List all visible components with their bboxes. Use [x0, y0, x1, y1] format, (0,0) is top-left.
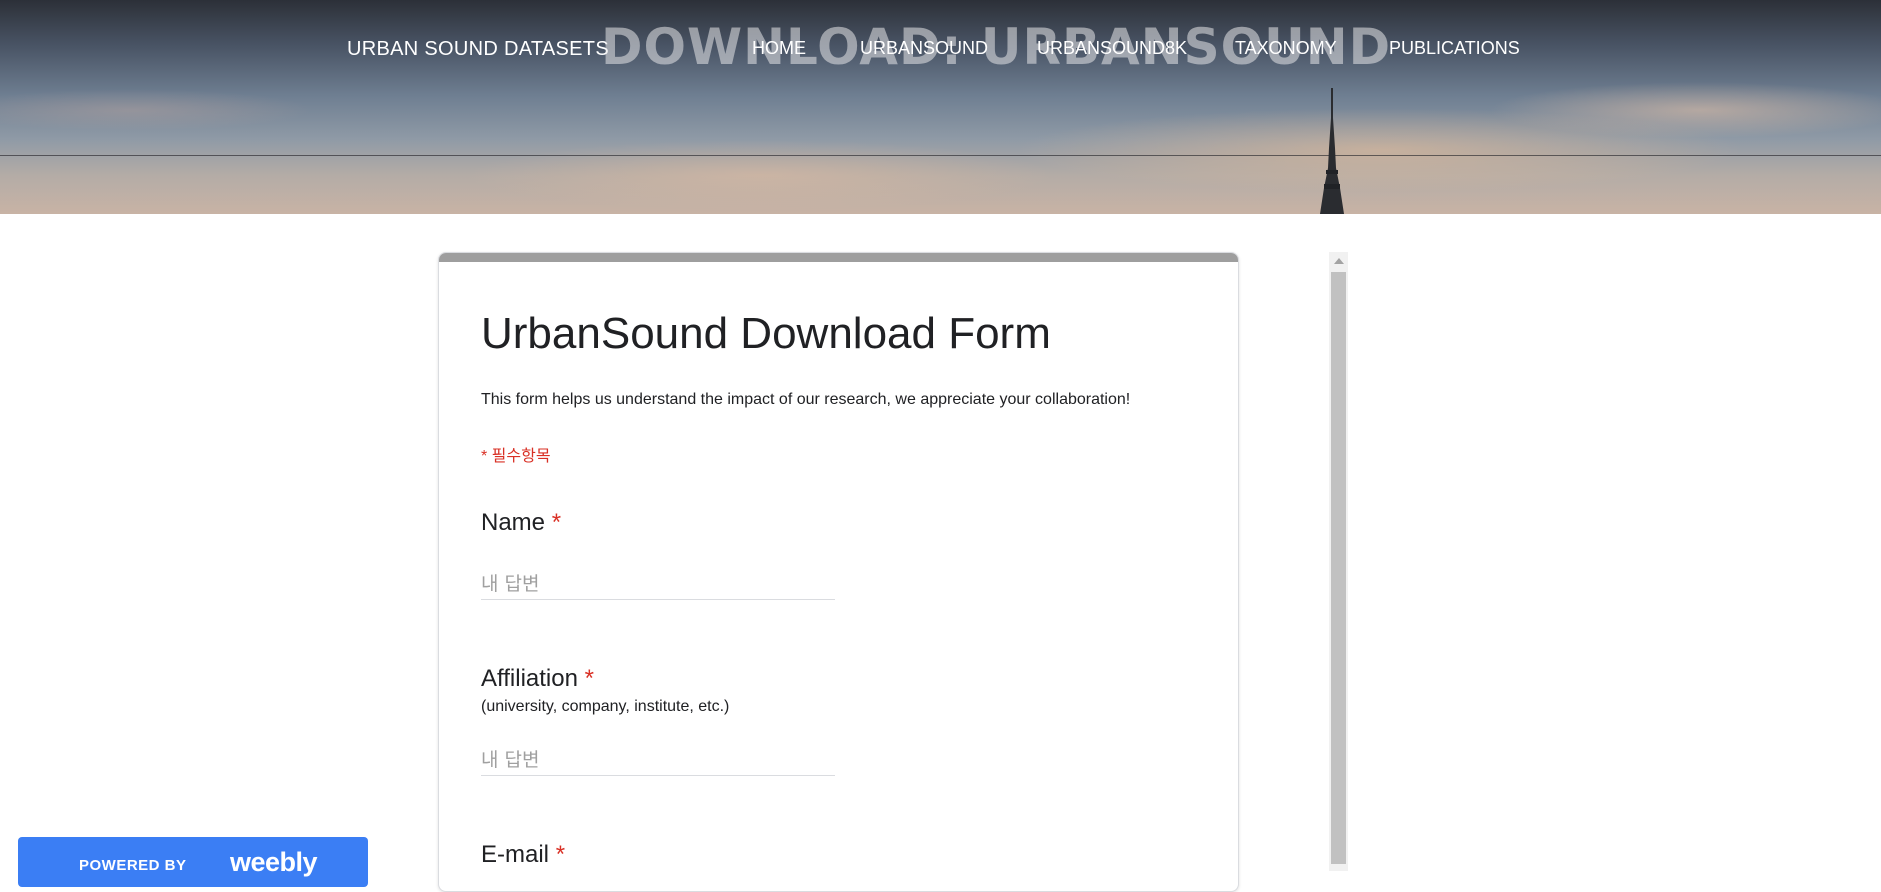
name-input[interactable]: [481, 568, 835, 600]
question-affiliation-label: Affiliation *: [481, 665, 594, 693]
banner-divider: [0, 155, 1881, 156]
weebly-logo: weebly: [230, 847, 318, 877]
header-banner: URBAN SOUND DATASETS DOWNLOAD: URBANSOUN…: [0, 0, 1881, 214]
scrollbar-thumb[interactable]: [1331, 272, 1346, 864]
nav-urbansound[interactable]: URBANSOUND: [860, 38, 988, 59]
nav-urbansound8k[interactable]: URBANSOUND8K: [1037, 38, 1187, 59]
affiliation-input[interactable]: [481, 744, 835, 776]
question-label-text: Affiliation: [481, 665, 578, 692]
question-name-label: Name *: [481, 509, 561, 537]
affiliation-help-text: (university, company, institute, etc.): [481, 698, 730, 715]
form-scrollbar[interactable]: [1329, 252, 1348, 871]
form-description: This form helps us understand the impact…: [481, 391, 1131, 408]
form-title: UrbanSound Download Form: [481, 309, 1051, 358]
nav-home[interactable]: HOME: [752, 38, 806, 59]
tower-silhouette: [1320, 88, 1344, 214]
required-asterisk: *: [555, 841, 566, 868]
site-title[interactable]: URBAN SOUND DATASETS: [347, 38, 609, 61]
form-card: UrbanSound Download Form This form helps…: [438, 252, 1239, 892]
scroll-up-arrow-icon[interactable]: [1334, 258, 1344, 264]
required-asterisk: *: [551, 509, 562, 536]
question-email-label: E-mail *: [481, 841, 565, 869]
question-label-text: Name: [481, 509, 546, 536]
powered-by-text: POWERED BY: [79, 857, 187, 874]
required-asterisk: *: [584, 665, 594, 692]
form-accent-bar: [439, 253, 1238, 262]
nav-publications[interactable]: PUBLICATIONS: [1389, 38, 1520, 59]
powered-by-weebly-badge[interactable]: POWERED BY weebly: [18, 837, 368, 887]
nav-taxonomy[interactable]: TAXONOMY: [1235, 38, 1337, 59]
required-note: * 필수항목: [481, 448, 551, 465]
question-label-text: E-mail: [481, 841, 550, 868]
